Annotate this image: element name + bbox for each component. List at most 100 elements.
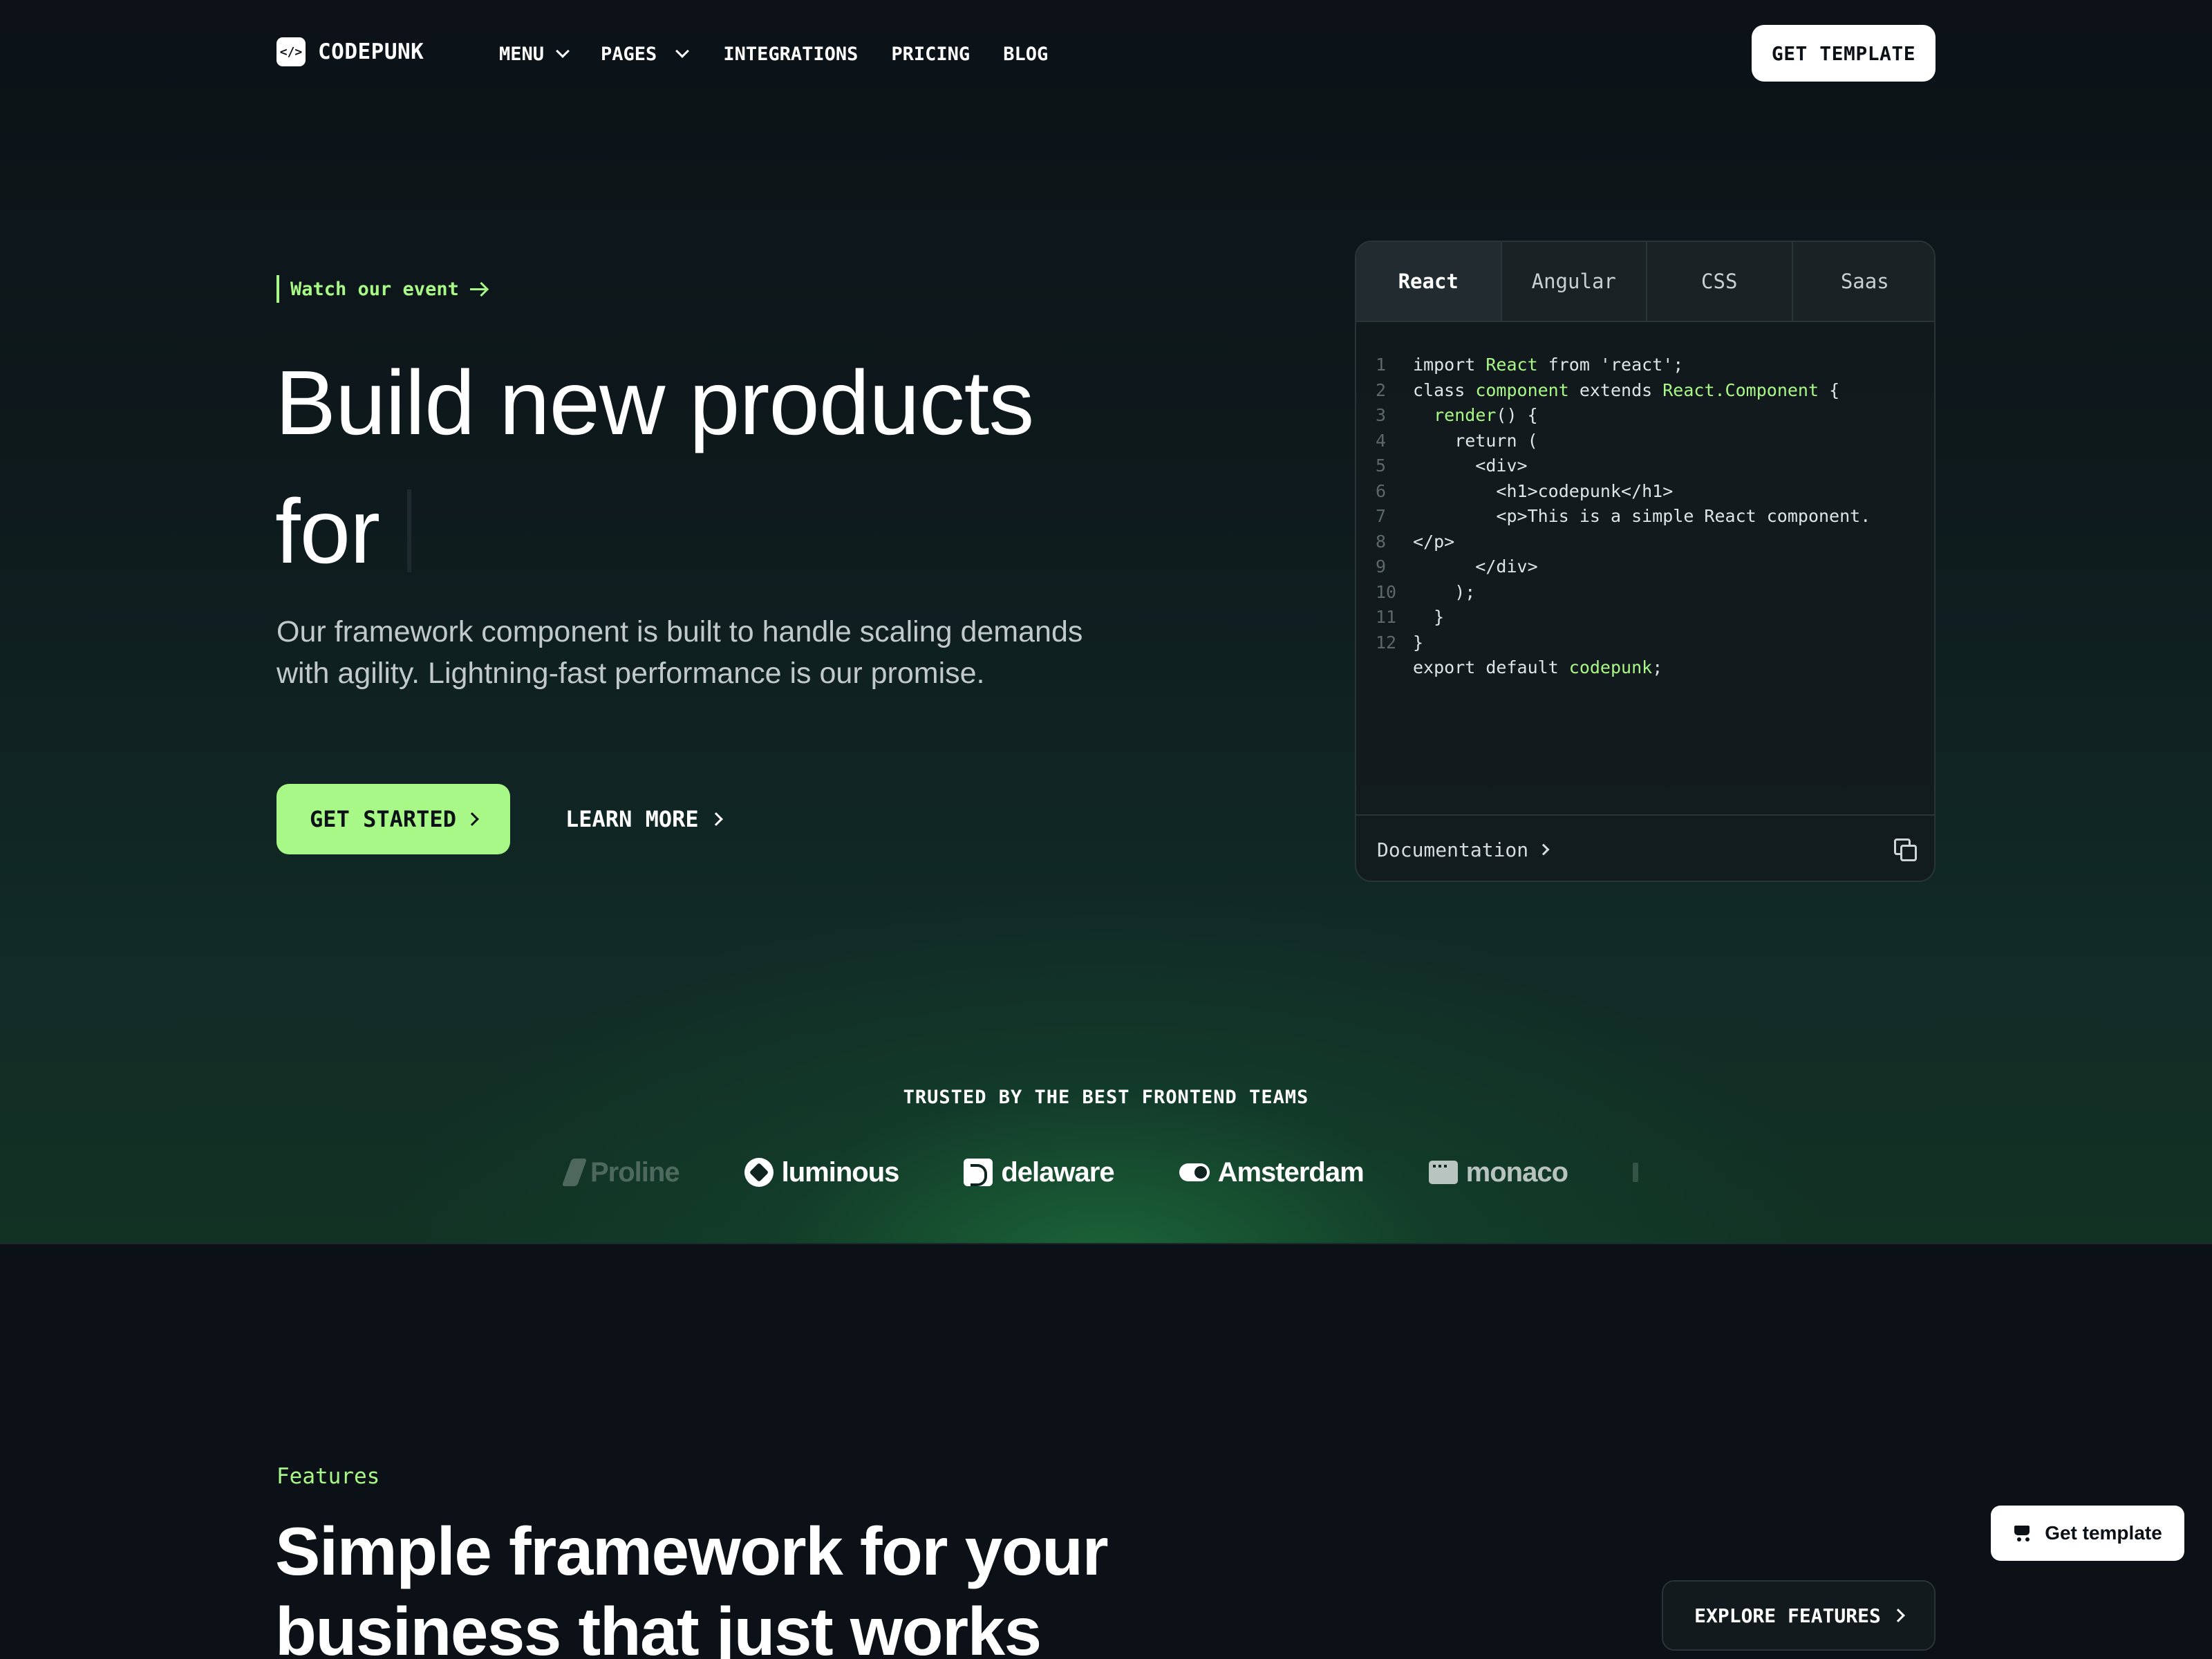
tab-css[interactable]: CSS bbox=[1647, 242, 1793, 321]
line-number: 4 bbox=[1376, 430, 1387, 451]
brand-name: delaware bbox=[1001, 1156, 1114, 1188]
faded-logo-mark bbox=[1633, 1163, 1639, 1182]
event-link-label: Watch our event bbox=[290, 278, 459, 300]
features-title-line2: business that just works bbox=[275, 1593, 1042, 1659]
nav-item-label: BLOG bbox=[1003, 43, 1049, 65]
line-number: 2 bbox=[1376, 379, 1387, 400]
tab-angular[interactable]: Angular bbox=[1501, 242, 1647, 321]
chevron-down-icon bbox=[675, 44, 690, 58]
code-line: export default codepunk; bbox=[1376, 655, 1929, 681]
typing-cursor bbox=[407, 489, 412, 572]
nav-item-pages[interactable]: PAGES bbox=[601, 40, 690, 68]
hero-title-line1: Build new products bbox=[275, 352, 1034, 453]
line-number: 1 bbox=[1376, 355, 1387, 375]
code-text: } bbox=[1413, 607, 1445, 627]
logo-strip: Proline luminous delaware Amsterdam mona… bbox=[561, 1150, 1645, 1194]
line-number: 11 bbox=[1376, 607, 1397, 627]
nav-item-integrations[interactable]: INTEGRATIONS bbox=[723, 40, 858, 68]
nav-item-label: PRICING bbox=[891, 43, 971, 65]
nav-item-pricing[interactable]: PRICING bbox=[891, 40, 970, 68]
brand-logo-luminous: luminous bbox=[744, 1157, 899, 1188]
code-logo-icon: </> bbox=[276, 37, 306, 66]
line-number: 5 bbox=[1376, 456, 1387, 476]
line-number: 9 bbox=[1376, 556, 1387, 577]
code-text: <div> bbox=[1413, 456, 1528, 476]
floating-button-label: Get template bbox=[2045, 1522, 2162, 1544]
chevron-right-icon bbox=[1537, 843, 1550, 856]
brand-name: Amsterdam bbox=[1217, 1156, 1365, 1188]
chevron-right-icon bbox=[465, 812, 479, 826]
luminous-icon bbox=[744, 1158, 774, 1187]
tab-saas[interactable]: Saas bbox=[1792, 242, 1934, 321]
features-title: Simple framework for your business that … bbox=[275, 1511, 1174, 1659]
trusted-title: TRUSTED BY THE BEST FRONTEND TEAMS bbox=[903, 1087, 1309, 1108]
code-line: 4 return ( bbox=[1376, 429, 1929, 454]
code-line: 9 </div> bbox=[1376, 554, 1929, 580]
code-line: 2 class component extends React.Component… bbox=[1376, 378, 1929, 404]
documentation-link[interactable]: Documentation bbox=[1377, 838, 1550, 861]
code-block: 1 import React from 'react'; 2 class compon… bbox=[1376, 353, 1929, 681]
code-text: ); bbox=[1413, 581, 1476, 602]
nav-item-blog[interactable]: BLOG bbox=[1003, 40, 1048, 68]
code-text: class component extends React.Component … bbox=[1413, 379, 1840, 400]
chevron-down-icon bbox=[556, 44, 570, 58]
code-line: 7 <p>This is a simple React component. bbox=[1376, 504, 1929, 529]
line-number: 7 bbox=[1376, 506, 1387, 526]
brand-name: CODEPUNK bbox=[318, 39, 424, 64]
brand-name: Proline bbox=[590, 1156, 680, 1188]
brand-name: luminous bbox=[781, 1156, 900, 1188]
logo[interactable]: </> CODEPUNK bbox=[276, 37, 424, 66]
chevron-right-icon bbox=[709, 812, 723, 826]
explore-features-button[interactable]: EXPLORE FEATURES bbox=[1662, 1580, 1936, 1651]
tab-react[interactable]: React bbox=[1356, 242, 1502, 321]
explore-features-label: EXPLORE FEATURES bbox=[1694, 1604, 1881, 1627]
line-number: 10 bbox=[1376, 581, 1397, 602]
chevron-right-icon bbox=[1891, 1609, 1905, 1622]
floating-get-template-button[interactable]: Get template bbox=[1991, 1506, 2184, 1561]
line-number: 3 bbox=[1376, 405, 1387, 425]
cart-icon bbox=[2013, 1524, 2032, 1542]
code-text: </div> bbox=[1413, 556, 1538, 577]
code-line: 12} bbox=[1376, 630, 1929, 656]
code-text: <p>This is a simple React component. bbox=[1413, 506, 1871, 526]
nav-item-label: MENU bbox=[499, 43, 545, 65]
nav-item-label: PAGES bbox=[601, 43, 657, 65]
code-line: 1 import React from 'react'; bbox=[1376, 353, 1929, 378]
delaware-icon bbox=[964, 1159, 993, 1186]
hero-title-line2: for bbox=[275, 480, 380, 582]
site-header: </> CODEPUNK MENU PAGES INTEGRATIONS PRI… bbox=[0, 0, 2212, 108]
brand-logo-delaware: delaware bbox=[964, 1156, 1115, 1188]
get-template-button[interactable]: GET TEMPLATE bbox=[1752, 25, 1936, 82]
features-label: Features bbox=[276, 1464, 380, 1489]
code-line: 8 </p> bbox=[1376, 529, 1929, 555]
code-text: render() { bbox=[1434, 405, 1538, 425]
code-tabs: React Angular CSS Saas bbox=[1356, 242, 1934, 322]
line-number: 12 bbox=[1376, 632, 1397, 653]
monaco-icon bbox=[1428, 1161, 1458, 1184]
nav-item-menu[interactable]: MENU bbox=[499, 40, 570, 68]
line-number bbox=[1376, 655, 1413, 681]
brand-logo-proline: Proline bbox=[561, 1156, 680, 1188]
code-text: import React from 'react'; bbox=[1413, 355, 1684, 375]
code-text: return ( bbox=[1413, 430, 1538, 451]
main-nav: MENU PAGES INTEGRATIONS PRICING BLOG bbox=[499, 40, 1081, 68]
code-line: 5 <div> bbox=[1376, 453, 1929, 479]
watch-event-link[interactable]: Watch our event bbox=[276, 275, 488, 303]
brand-logo-amsterdam: Amsterdam bbox=[1179, 1156, 1365, 1188]
code-line: 11 } bbox=[1376, 605, 1929, 630]
documentation-label: Documentation bbox=[1377, 838, 1529, 861]
code-text: <h1>codepunk</h1> bbox=[1413, 480, 1674, 501]
brand-name: monaco bbox=[1465, 1156, 1568, 1188]
code-line: 3 render() { bbox=[1376, 403, 1929, 429]
learn-more-button[interactable]: LEARN MORE bbox=[565, 784, 723, 854]
hero-title: Build new products for bbox=[275, 339, 1174, 596]
line-number: 6 bbox=[1376, 480, 1387, 501]
brand-logo-monaco: monaco bbox=[1428, 1156, 1568, 1188]
code-line: 10 ); bbox=[1376, 580, 1929, 606]
arrow-right-icon bbox=[469, 282, 488, 296]
get-started-button[interactable]: GET STARTED bbox=[276, 784, 510, 854]
learn-more-label: LEARN MORE bbox=[565, 806, 699, 832]
copy-icon[interactable] bbox=[1894, 838, 1917, 861]
hero-subtitle: Our framework component is built to hand… bbox=[276, 615, 1083, 690]
features-title-line1: Simple framework for your bbox=[275, 1513, 1109, 1589]
